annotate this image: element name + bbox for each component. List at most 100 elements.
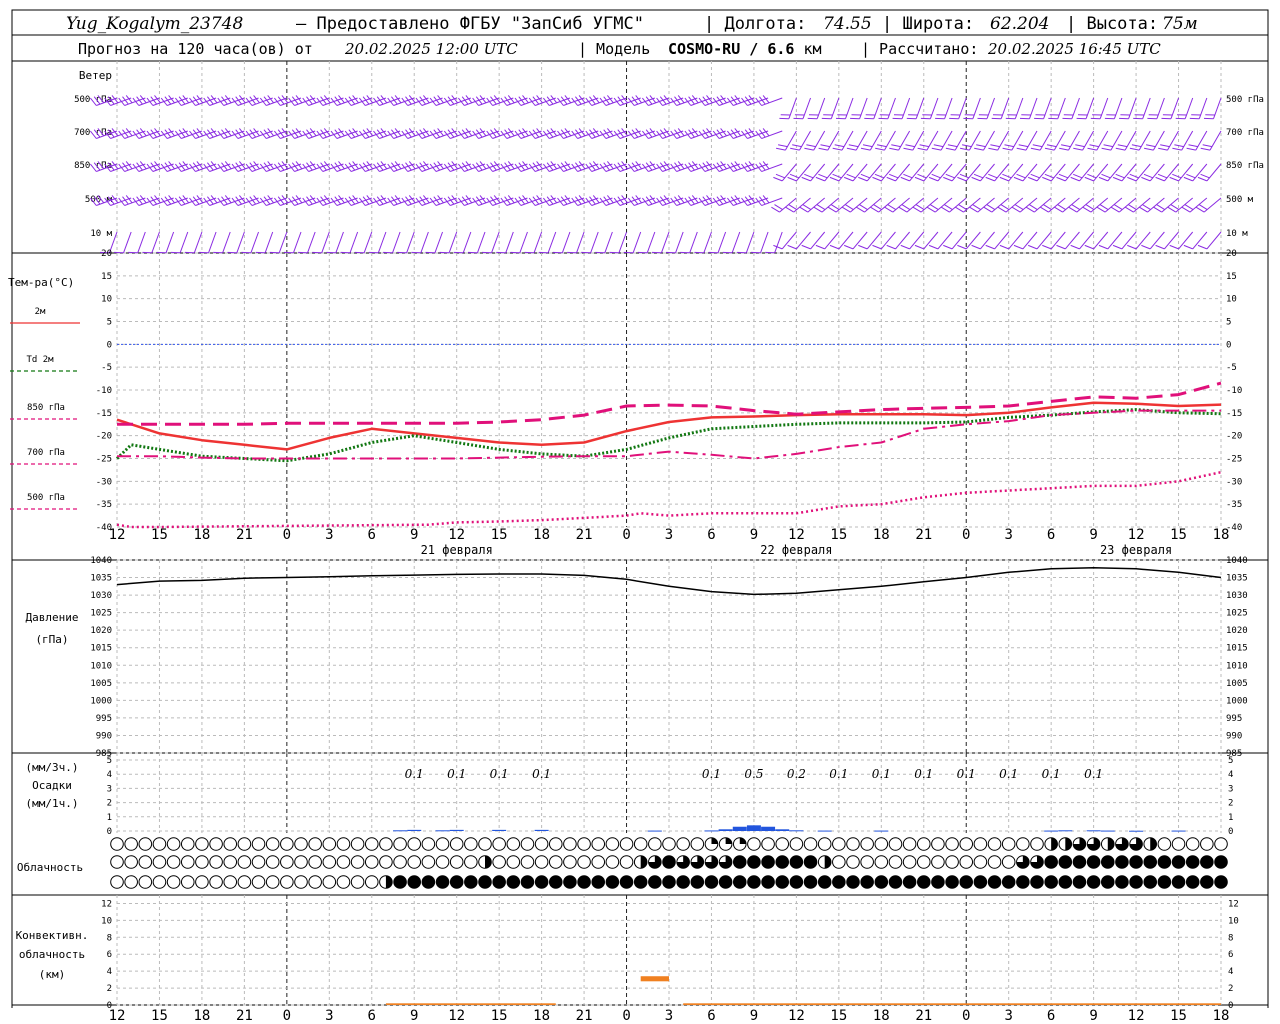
wind-barb-staff xyxy=(689,231,698,253)
wind-barb-feather xyxy=(1056,244,1066,250)
wind-barb-staff xyxy=(972,97,981,119)
precip-tick-left: 3 xyxy=(107,784,112,794)
cloud-symbol-fill xyxy=(535,875,548,889)
x-tick-label-top: 18 xyxy=(1213,527,1230,543)
wind-barb-feather xyxy=(1073,147,1083,151)
pressure-tick-right: 990 xyxy=(1226,731,1242,741)
cloud-symbol-circle xyxy=(393,837,407,851)
precip-unit-1h: (мм/1ч.) xyxy=(26,797,79,810)
wind-barb-feather xyxy=(860,173,870,179)
cloud-symbol-circle xyxy=(902,855,917,869)
x-tick-label-bottom: 9 xyxy=(750,1008,758,1024)
cloud-symbol-circle xyxy=(619,855,634,869)
temp-series-line xyxy=(117,381,1222,426)
cloud-symbol-circle xyxy=(520,837,535,851)
wind-barb-feather xyxy=(875,147,885,151)
wind-barb-feather xyxy=(926,206,936,213)
x-tick-label-top: 15 xyxy=(830,527,847,543)
wind-barb-feather xyxy=(1087,173,1097,179)
cloud-symbol-circle xyxy=(322,855,337,869)
cloud-symbol-circle xyxy=(407,837,422,851)
wind-barb-feather xyxy=(931,173,941,179)
wind-barb-feather xyxy=(1101,173,1111,179)
cloud-symbol-circle xyxy=(492,837,506,851)
conv-tick-right: 10 xyxy=(1228,916,1239,926)
cloud-symbol-circle xyxy=(364,837,379,851)
cloud-symbol-circle xyxy=(662,837,676,851)
conv-cloud-bar xyxy=(683,1003,1221,1005)
wind-barb-feather xyxy=(999,244,1009,250)
cloud-symbol-fill xyxy=(1115,855,1129,869)
wind-barb-feather xyxy=(1170,204,1180,211)
cloud-symbol-circle xyxy=(195,837,209,851)
pressure-tick-right: 1000 xyxy=(1226,696,1248,706)
x-tick-label-bottom: 21 xyxy=(915,1008,932,1024)
cloud-symbol-circle xyxy=(280,855,294,869)
wind-title: Ветер xyxy=(79,69,112,82)
meteogram: Yug_Kogalym_23748 — Предоставлено ФГБУ "… xyxy=(8,9,1269,1024)
wind-level-label-right: 500 м xyxy=(1226,195,1254,205)
wind-barb-staff xyxy=(1113,97,1123,119)
wind-barb-staff xyxy=(1206,231,1222,250)
precip-3h-label: 0.1 xyxy=(957,767,976,781)
wind-barb-feather xyxy=(1085,204,1095,211)
wind-barb-feather xyxy=(788,204,797,211)
cloud-symbol-fill xyxy=(521,875,534,889)
cloud-symbol-circle xyxy=(407,855,422,869)
wind-barb-feather xyxy=(929,204,939,211)
cloud-cover-panel: Облачность xyxy=(17,837,1228,889)
cloud-symbol-fill xyxy=(931,875,945,889)
wind-barb-feather xyxy=(1160,144,1170,148)
x-tick-label-bottom: 0 xyxy=(283,1008,291,1024)
wind-barb-feather xyxy=(1000,204,1010,211)
pressure-tick-left: 1035 xyxy=(90,574,112,584)
precip-bar xyxy=(534,829,549,831)
cloud-symbol-circle xyxy=(860,855,874,869)
wind-barb-staff xyxy=(1161,197,1179,213)
cloud-symbol-circle xyxy=(803,837,818,851)
wind-barb-feather xyxy=(787,244,797,250)
conv-tick-left: 4 xyxy=(107,967,112,977)
wind-barb-feather xyxy=(1153,206,1162,213)
wind-barb-feather xyxy=(941,206,950,213)
computed-time: 20.02.2025 16:45 UTC xyxy=(987,40,1161,58)
precip-bar xyxy=(1044,830,1059,832)
cloud-symbol-circle xyxy=(265,855,280,869)
precip-tick-right: 4 xyxy=(1228,770,1233,780)
wind-barb-feather xyxy=(889,147,899,151)
cloud-symbol-circle xyxy=(577,837,591,851)
cloud-symbol-circle xyxy=(987,855,1002,869)
legend-label: 850 гПа xyxy=(27,403,65,413)
wind-barb-staff xyxy=(618,231,628,253)
cloud-symbol-fill xyxy=(1150,837,1157,851)
wind-barb-feather xyxy=(933,144,944,148)
wind-barb-feather xyxy=(955,206,964,213)
wind-barb-feather xyxy=(1117,144,1128,148)
wind-barb-feather xyxy=(1129,173,1139,179)
cloud-symbol-fill xyxy=(945,875,959,889)
wind-barb-feather xyxy=(1096,206,1106,213)
wind-barb-feather xyxy=(872,176,882,182)
cloud-symbol-circle xyxy=(152,855,167,869)
wind-barb-feather xyxy=(771,206,780,213)
cloud-symbol-fill xyxy=(1073,855,1086,869)
precip-bar xyxy=(449,829,464,831)
cloud-symbol-fill xyxy=(620,875,633,889)
x-tick-label-top: 9 xyxy=(410,527,418,543)
wind-barb-staff xyxy=(788,97,797,119)
wind-barb-feather xyxy=(1044,147,1055,151)
wind-barb-feather xyxy=(1070,244,1080,250)
wind-barb-feather xyxy=(832,147,843,151)
wind-barb-staff xyxy=(1076,197,1094,213)
svg-text:Yug_Kogalym_23748 — Пред: Yug_Kogalym_23748 — Предоставлено ФГБУ "… xyxy=(66,14,1198,34)
wind-barb-feather xyxy=(801,244,811,250)
cloud-symbol-circle xyxy=(874,837,889,851)
provider-text: — Предоставлено ФГБУ "ЗапСиб УГМС" xyxy=(296,14,644,34)
cloud-symbol-fill xyxy=(1002,875,1015,889)
cloud-symbol-fill xyxy=(761,875,775,889)
wind-barb-staff xyxy=(1068,130,1080,151)
x-tick-label-bottom: 9 xyxy=(410,1008,418,1024)
wind-barb-feather xyxy=(1169,244,1179,250)
wind-barb-staff xyxy=(1128,97,1137,119)
wind-barb-staff xyxy=(236,231,245,253)
